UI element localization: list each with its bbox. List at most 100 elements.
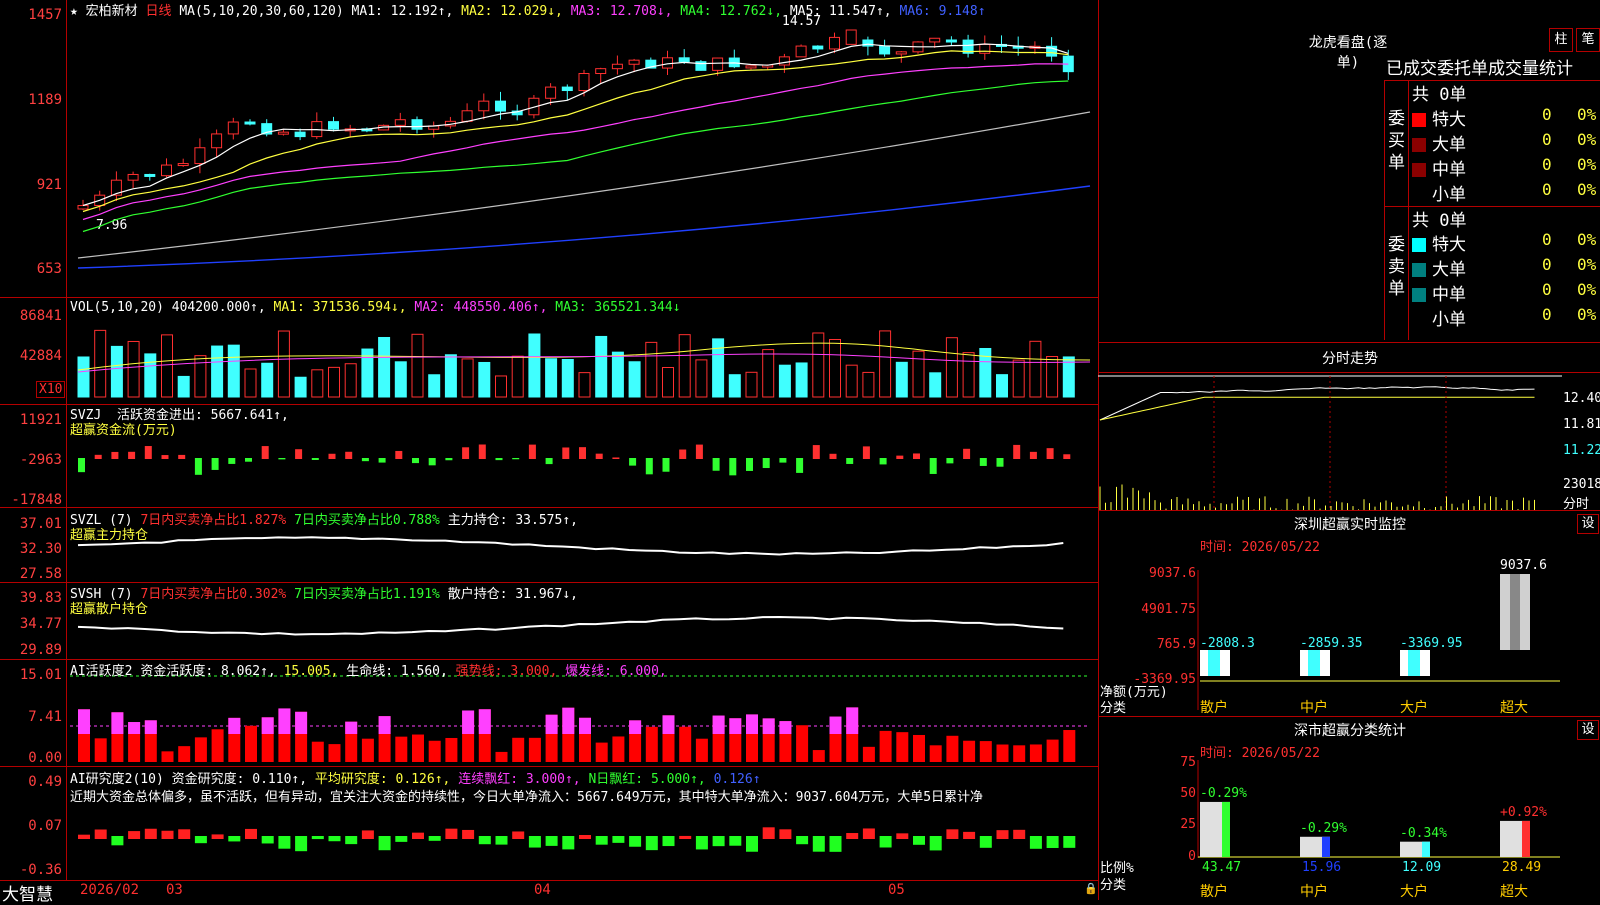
volume-bar (311, 369, 324, 398)
aiact-peak (779, 721, 792, 734)
monitor-value: 9037.6 (1500, 558, 1547, 573)
aiact-d: 强势线: 3.000, (455, 664, 558, 679)
svzl-sub: 超赢主力持仓 (70, 528, 149, 543)
aires-bar (812, 836, 825, 852)
vol-unit: X10 (36, 381, 66, 398)
x-label-apr: 04 (534, 882, 551, 898)
candle-body (829, 36, 840, 50)
svzj-bar (679, 449, 687, 459)
candle-body (161, 164, 172, 177)
sell-total: 共 0单 (1412, 211, 1467, 231)
monitor-settings-button[interactable]: 设 (1577, 514, 1599, 534)
intraday-top-line (1098, 372, 1600, 373)
candle-body (611, 63, 623, 70)
volume-bar (144, 353, 157, 398)
aires-bar (629, 836, 642, 847)
aires-bar (862, 828, 875, 839)
aiact-bar (595, 742, 608, 762)
lock-icon[interactable]: 🔒 (1084, 882, 1098, 895)
classify-bar-accent (1522, 820, 1530, 857)
intraday-y-4: 23018 (1563, 477, 1600, 492)
aiact-bar (879, 730, 892, 762)
svzj-bar (996, 458, 1004, 467)
tick-mode-button[interactable]: 笔 (1576, 28, 1600, 52)
monitor-category: 超大 (1500, 700, 1528, 716)
svzj-bars (78, 444, 1071, 476)
candle-body (144, 173, 156, 177)
svsh-path (77, 615, 1064, 636)
bar-mode-button[interactable]: 柱 (1549, 28, 1573, 52)
monitor-ylabel-b: 分类 (1100, 701, 1127, 716)
classify-bar (1500, 820, 1530, 857)
candle-body (277, 131, 289, 135)
aires-bar (996, 830, 1009, 839)
svzj-bar (278, 458, 286, 460)
aiact-bar (612, 736, 625, 762)
color-swatch (1412, 188, 1426, 202)
buy-total: 共 0单 (1412, 85, 1467, 105)
aiact-a: 资金活跃度: 8.062↑, (140, 664, 276, 679)
candle-body (778, 56, 790, 66)
aiact-bar (979, 741, 992, 762)
volume-bar (428, 374, 441, 398)
classify-time: 时间: 2026/05/22 (1200, 746, 1320, 761)
volume-bar (812, 332, 825, 398)
volume-bar (962, 352, 975, 398)
svzj-bar (929, 458, 937, 474)
candle-body (194, 147, 206, 165)
dragon-tabs[interactable]: 已成交委托单成交量统计 (1386, 54, 1573, 79)
volume-bar (444, 354, 457, 398)
aires-bar (144, 828, 157, 839)
monitor-bar-core (1510, 574, 1520, 650)
svzj-bar (211, 458, 219, 470)
volume-bar (1029, 340, 1042, 398)
classify-bar-accent (1322, 836, 1330, 857)
order-count: 0 (1542, 105, 1552, 124)
svzj-bar (862, 446, 870, 459)
aiact-bar (311, 741, 324, 762)
aires-bar (512, 831, 525, 839)
classify-settings-button[interactable]: 设 (1577, 720, 1599, 740)
aires-bar (645, 836, 658, 851)
ma-line (82, 80, 1069, 233)
candle-body (895, 51, 907, 55)
volume-bar (728, 374, 741, 398)
svzj-y-2: -2963 (19, 452, 62, 468)
svzj-bar (612, 457, 620, 459)
aires-bar (261, 836, 274, 844)
aiact-peak (746, 714, 758, 734)
order-row: 中单 (1412, 155, 1466, 180)
order-count: 0 (1542, 180, 1552, 199)
aires-bar (662, 836, 675, 847)
aires-bar (729, 836, 742, 846)
svzj-bar (829, 453, 837, 459)
svsh-y-3: 29.89 (19, 642, 62, 658)
aires-bar (478, 836, 491, 845)
volume-bar (110, 345, 123, 398)
order-count: 0 (1542, 280, 1552, 299)
ai-research-bars (78, 827, 1076, 852)
volume-bar (929, 372, 942, 398)
order-pct: 0% (1577, 230, 1597, 249)
volume-bar (795, 362, 808, 398)
aiact-bar (679, 726, 692, 762)
aires-bar (595, 836, 608, 845)
svzj-bar (328, 453, 336, 459)
aiact-peak (378, 716, 391, 734)
monitor-value: -2859.35 (1300, 636, 1363, 651)
svzj-bar (345, 451, 353, 459)
aires-bar (846, 833, 859, 839)
monitor-bar (1300, 650, 1330, 676)
volume-bar (879, 330, 892, 398)
order-pct: 0% (1577, 280, 1597, 299)
volume-bar (261, 362, 274, 398)
aires-bar (762, 827, 775, 839)
order-pct: 0% (1577, 255, 1597, 274)
svzj-bar (645, 458, 653, 475)
classify-bar-accent (1422, 841, 1430, 857)
monitor-category: 大户 (1400, 700, 1428, 716)
aiact-e: 爆发线: 6.000, (565, 664, 667, 679)
aires-e: 0.126↑ (713, 772, 761, 787)
aires-bar (161, 830, 174, 839)
intraday-y-3: 11.22 (1563, 443, 1600, 458)
